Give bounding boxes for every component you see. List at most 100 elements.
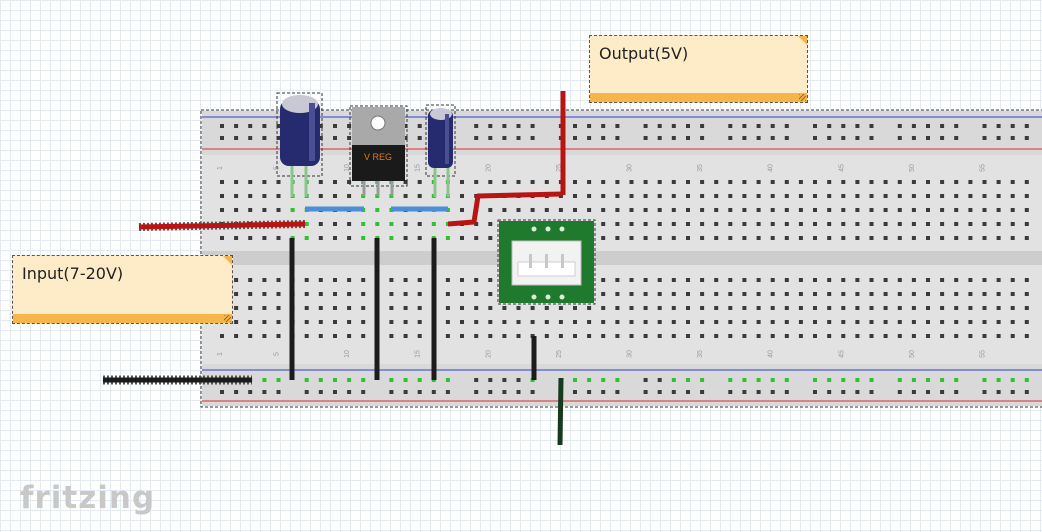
breadboard-hole[interactable] <box>276 208 281 212</box>
breadboard-hole[interactable] <box>290 208 295 212</box>
breadboard-hole[interactable] <box>996 236 1001 240</box>
breadboard-hole[interactable] <box>347 222 352 226</box>
breadboard-hole[interactable] <box>361 320 366 324</box>
breadboard-hole[interactable] <box>361 292 366 296</box>
breadboard-hole[interactable] <box>488 208 493 212</box>
breadboard-hole[interactable] <box>869 208 874 212</box>
breadboard-hole[interactable] <box>784 180 789 184</box>
rail-hole[interactable] <box>601 378 606 382</box>
rail-hole[interactable] <box>488 124 493 128</box>
rail-hole[interactable] <box>657 390 662 394</box>
rail-hole[interactable] <box>813 390 817 394</box>
breadboard-hole[interactable] <box>601 320 606 324</box>
rail-hole[interactable] <box>1024 124 1029 128</box>
breadboard-hole[interactable] <box>798 194 803 198</box>
breadboard-hole[interactable] <box>742 222 747 226</box>
rail-hole[interactable] <box>940 378 945 382</box>
rail-hole[interactable] <box>304 378 309 382</box>
breadboard-hole[interactable] <box>883 292 888 296</box>
breadboard-hole[interactable] <box>460 180 464 184</box>
rail-hole[interactable] <box>982 390 987 394</box>
breadboard-hole[interactable] <box>389 222 394 226</box>
breadboard-hole[interactable] <box>784 278 789 282</box>
breadboard-hole[interactable] <box>700 180 705 184</box>
rail-hole[interactable] <box>940 136 945 140</box>
rail-hole[interactable] <box>827 136 832 140</box>
rail-hole[interactable] <box>784 378 789 382</box>
breadboard-hole[interactable] <box>968 320 973 324</box>
breadboard-hole[interactable] <box>742 292 747 296</box>
breadboard-hole[interactable] <box>601 292 606 296</box>
breadboard-hole[interactable] <box>714 292 719 296</box>
rail-hole[interactable] <box>841 390 846 394</box>
breadboard-hole[interactable] <box>262 180 267 184</box>
breadboard-hole[interactable] <box>417 278 422 282</box>
breadboard-hole[interactable] <box>827 180 832 184</box>
breadboard-hole[interactable] <box>333 292 337 296</box>
rail-hole[interactable] <box>897 124 902 128</box>
breadboard-hole[interactable] <box>940 292 945 296</box>
breadboard-hole[interactable] <box>629 222 634 226</box>
breadboard-hole[interactable] <box>488 278 493 282</box>
breadboard-hole[interactable] <box>262 334 267 338</box>
breadboard-hole[interactable] <box>403 334 408 338</box>
breadboard-hole[interactable] <box>714 278 719 282</box>
rail-hole[interactable] <box>869 378 874 382</box>
breadboard-hole[interactable] <box>474 278 479 282</box>
breadboard-hole[interactable] <box>544 320 549 324</box>
breadboard-hole[interactable] <box>248 306 253 310</box>
breadboard-hole[interactable] <box>869 236 874 240</box>
breadboard-hole[interactable] <box>686 236 690 240</box>
breadboard-hole[interactable] <box>940 208 945 212</box>
breadboard-hole[interactable] <box>530 320 535 324</box>
rail-hole[interactable] <box>954 390 959 394</box>
breadboard-hole[interactable] <box>784 208 789 212</box>
rail-hole[interactable] <box>573 124 577 128</box>
rail-hole[interactable] <box>841 124 846 128</box>
rail-hole[interactable] <box>615 124 620 128</box>
breadboard-hole[interactable] <box>827 278 832 282</box>
rail-hole[interactable] <box>318 390 323 394</box>
breadboard-hole[interactable] <box>742 278 747 282</box>
rail-hole[interactable] <box>403 378 408 382</box>
rail-hole[interactable] <box>827 124 832 128</box>
breadboard-hole[interactable] <box>869 278 874 282</box>
breadboard-hole[interactable] <box>827 320 832 324</box>
breadboard-hole[interactable] <box>883 222 888 226</box>
breadboard-hole[interactable] <box>234 194 239 198</box>
breadboard-hole[interactable] <box>968 334 973 338</box>
breadboard-hole[interactable] <box>220 236 224 240</box>
breadboard-hole[interactable] <box>460 194 464 198</box>
breadboard-hole[interactable] <box>798 208 803 212</box>
breadboard-hole[interactable] <box>700 222 705 226</box>
rail-hole[interactable] <box>728 124 733 128</box>
breadboard-hole[interactable] <box>431 222 436 226</box>
breadboard-hole[interactable] <box>686 180 690 184</box>
breadboard-hole[interactable] <box>926 194 930 198</box>
rail-hole[interactable] <box>813 378 817 382</box>
rail-hole[interactable] <box>234 136 239 140</box>
breadboard-hole[interactable] <box>883 278 888 282</box>
breadboard-hole[interactable] <box>742 306 747 310</box>
breadboard-hole[interactable] <box>700 278 705 282</box>
rail-hole[interactable] <box>347 390 352 394</box>
breadboard-hole[interactable] <box>615 334 620 338</box>
rail-hole[interactable] <box>686 136 690 140</box>
breadboard-hole[interactable] <box>474 306 479 310</box>
breadboard-hole[interactable] <box>530 208 535 212</box>
breadboard-hole[interactable] <box>1010 208 1015 212</box>
breadboard-hole[interactable] <box>883 208 888 212</box>
breadboard-hole[interactable] <box>615 194 620 198</box>
breadboard-hole[interactable] <box>304 222 309 226</box>
breadboard-hole[interactable] <box>770 306 775 310</box>
breadboard-hole[interactable] <box>615 292 620 296</box>
breadboard-hole[interactable] <box>841 208 846 212</box>
breadboard-hole[interactable] <box>784 194 789 198</box>
breadboard-hole[interactable] <box>996 208 1001 212</box>
breadboard-hole[interactable] <box>671 292 676 296</box>
breadboard-hole[interactable] <box>770 194 775 198</box>
breadboard-hole[interactable] <box>742 236 747 240</box>
breadboard-hole[interactable] <box>276 180 281 184</box>
breadboard-hole[interactable] <box>234 208 239 212</box>
input-note-resize-handle[interactable] <box>224 315 231 322</box>
